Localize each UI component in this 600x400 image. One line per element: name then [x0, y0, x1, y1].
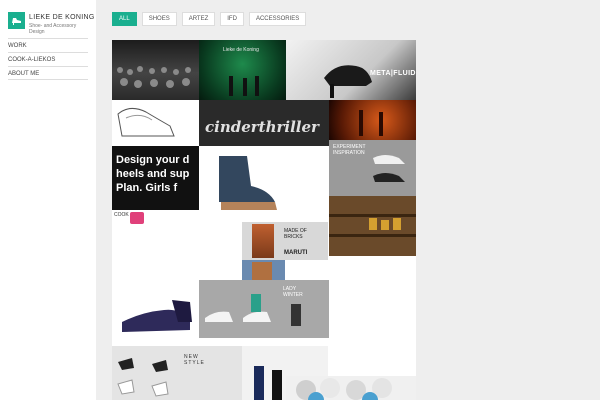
style-shoes-image	[117, 358, 169, 397]
filter-all[interactable]: ALL	[112, 12, 137, 26]
portfolio-item-architecture[interactable]	[242, 260, 285, 282]
portfolio-item-cookie-logo[interactable]: COOK	[112, 210, 199, 224]
cookie-text: COOK	[114, 212, 129, 218]
portfolio-item-balloons[interactable]	[286, 376, 416, 400]
filter-shoes[interactable]: SHOES	[141, 12, 177, 26]
sketch-shoe-image	[117, 108, 175, 137]
nav-item-cook-a-liekos[interactable]: COOK-A-LIEKOS	[8, 52, 88, 66]
models-image	[229, 76, 259, 96]
portfolio-item-denim-boot[interactable]	[199, 146, 329, 216]
design-line-3: Plan. Girls f	[116, 182, 178, 194]
portfolio-item-new-style[interactable]: NEW STYLE	[112, 346, 242, 400]
nav-item-about-me[interactable]: ABOUT ME	[8, 66, 88, 80]
portfolio-item-cinderthriller[interactable]: cinderthriller	[199, 100, 329, 146]
metafluid-text: META|FLUID	[370, 70, 416, 77]
tower-image	[252, 224, 274, 258]
sneakers-image	[373, 155, 405, 182]
portfolio-item-experiment-inspiration[interactable]: EXPERIMENT INSPIRATION	[329, 140, 416, 196]
orange-stage-image	[359, 110, 383, 136]
lady-winter-shoes-image	[205, 294, 301, 326]
nav-item-work[interactable]: WORK	[8, 38, 88, 52]
filter-artez[interactable]: ARTEZ	[181, 12, 216, 26]
shoe-logo-icon[interactable]	[8, 12, 25, 29]
denim-boot-image	[219, 156, 277, 210]
portfolio-item-purple-sandal[interactable]	[112, 282, 199, 346]
portfolio-item-metafluid[interactable]: META|FLUID	[286, 40, 416, 100]
main-nav: WORK COOK-A-LIEKOS ABOUT ME	[8, 38, 88, 80]
portfolio-grid: Lieke de Koning META|FLUID cinderthrille…	[112, 40, 416, 400]
brand-name[interactable]: LIEKE DE KONING	[29, 13, 95, 22]
balloons-image	[296, 378, 392, 400]
portfolio-item-orange-stage[interactable]	[329, 100, 416, 140]
brand[interactable]: LIEKE DE KONING Shoe- and Accessory Desi…	[8, 12, 95, 35]
boot-left-image	[254, 366, 264, 400]
sidebar: LIEKE DE KONING Shoe- and Accessory Desi…	[0, 0, 96, 400]
design-line-1: Design your d	[116, 154, 190, 166]
bricks-sub-text: MARUTI	[284, 250, 308, 256]
purple-sandal-image	[122, 300, 192, 332]
filter-ifd[interactable]: IFD	[220, 12, 244, 26]
portfolio-item-bricks[interactable]: MADE OF BRICKS MARUTI	[242, 222, 328, 260]
portfolio-item-green-stage[interactable]: Lieke de Koning	[199, 40, 286, 100]
bricks-text: MADE OF BRICKS	[284, 228, 307, 240]
lady-winter-text: LADY WINTER	[283, 286, 303, 298]
portfolio-item-fashion-show[interactable]	[112, 40, 199, 100]
building-image	[252, 262, 272, 282]
cookie-badge-icon	[130, 212, 144, 224]
brand-tagline: Shoe- and Accessory Design	[29, 23, 77, 35]
audience-image	[117, 66, 191, 88]
portfolio-item-sketch-shoe[interactable]	[112, 100, 199, 146]
portfolio-item-lady-winter[interactable]: LADY WINTER	[199, 280, 329, 338]
cinderthriller-text: cinderthriller	[205, 118, 319, 136]
design-line-2: heels and sup	[116, 168, 190, 180]
new-style-text: NEW STYLE	[184, 354, 205, 366]
boot-right-image	[272, 370, 282, 400]
portfolio-item-design-your-heels[interactable]: Design your d heels and sup Plan. Girls …	[112, 146, 199, 210]
portfolio-item-wood-shelf[interactable]	[329, 196, 416, 256]
filter-accessories[interactable]: ACCESSORIES	[248, 12, 307, 26]
shoe-shelf-image	[329, 214, 416, 237]
portfolio-filters: ALL SHOES ARTEZ IFD ACCESSORIES	[112, 12, 311, 26]
